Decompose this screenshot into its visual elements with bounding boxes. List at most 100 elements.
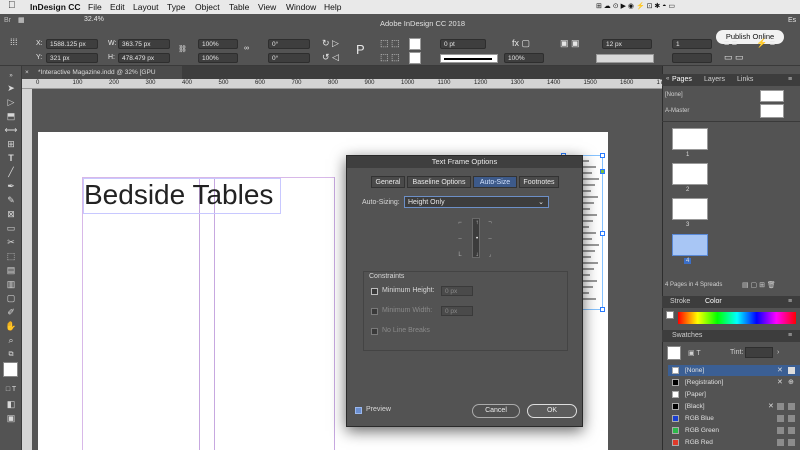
- auto-sizing-select[interactable]: Height Only ⌄: [404, 196, 549, 208]
- page-1-thumb[interactable]: [672, 128, 708, 150]
- page-tool-icon[interactable]: ⬒: [4, 110, 18, 122]
- swatch-row[interactable]: [Black] ✕: [668, 401, 800, 412]
- quick-apply-icon[interactable]: ⚡ ≡: [756, 38, 775, 49]
- menu-view[interactable]: View: [258, 2, 276, 12]
- default-colors-icon[interactable]: ⧉: [4, 349, 18, 361]
- tab-stroke[interactable]: Stroke: [670, 298, 690, 305]
- anchor-top-center-icon[interactable]: ↑: [474, 220, 480, 226]
- pencil-tool-icon[interactable]: ✎: [4, 194, 18, 206]
- drop-shadow-icon[interactable]: ▣ ▣: [560, 38, 580, 49]
- none-master-thumb[interactable]: [760, 90, 784, 102]
- tab-links[interactable]: Links: [737, 76, 753, 83]
- swatch-fill-stroke-icon[interactable]: [667, 346, 681, 360]
- anchor-bottom-right-icon[interactable]: ⌟: [487, 252, 493, 258]
- collapse-panel-icon[interactable]: «: [666, 76, 669, 82]
- anchor-bottom-left-icon[interactable]: L: [457, 252, 463, 258]
- panel-menu-icon[interactable]: ≡: [788, 76, 792, 83]
- page-3-thumb[interactable]: [672, 198, 708, 220]
- tint-field[interactable]: [745, 347, 773, 358]
- link-icon[interactable]: ∞: [244, 45, 249, 52]
- x-field[interactable]: 1588.125 px: [46, 39, 98, 49]
- a-master-thumb[interactable]: [760, 104, 784, 118]
- headline-text-frame[interactable]: Bedside Tables: [83, 178, 281, 214]
- columns-field[interactable]: 1: [672, 39, 712, 49]
- scissors-tool-icon[interactable]: ✂: [4, 236, 18, 248]
- page-actions-icons[interactable]: ▤ ▢ ⊞ 🗑: [742, 281, 776, 289]
- align-icons[interactable]: ≡ ≡: [724, 38, 737, 48]
- swatch-row[interactable]: RGB Blue: [668, 413, 800, 424]
- document-tab[interactable]: × *Interactive Magazine.indd @ 32% [GPU …: [22, 66, 182, 89]
- ok-button[interactable]: OK: [527, 404, 577, 418]
- content-collector-icon[interactable]: ⊞: [4, 138, 18, 150]
- fill-stroke-swatch[interactable]: [3, 362, 18, 377]
- cancel-button[interactable]: Cancel: [472, 404, 520, 418]
- rotate-field[interactable]: 0°: [268, 39, 310, 49]
- frame-handle[interactable]: [600, 307, 605, 312]
- anchor-top-right-icon[interactable]: ¬: [487, 220, 493, 226]
- gutter-field[interactable]: 12 px: [602, 39, 652, 49]
- essentials-label[interactable]: Es: [788, 17, 796, 24]
- free-transform-tool-icon[interactable]: ⬚: [4, 250, 18, 262]
- frame-height-field[interactable]: [672, 53, 712, 63]
- screen-mode-icon[interactable]: ▣: [4, 412, 18, 424]
- opacity-field[interactable]: 100%: [504, 53, 544, 63]
- type-tool-icon[interactable]: T: [4, 152, 18, 164]
- swatch-row[interactable]: RGB Green: [668, 425, 800, 436]
- frame-out-port[interactable]: [600, 169, 605, 174]
- reference-point-icon[interactable]: ⁞⁞⁞: [10, 37, 18, 47]
- tab-color[interactable]: Color: [705, 298, 722, 305]
- swatch-row[interactable]: RGB Red: [668, 437, 800, 448]
- note-tool-icon[interactable]: ▢: [4, 292, 18, 304]
- width-field[interactable]: 363.75 px: [118, 39, 170, 49]
- menu-help[interactable]: Help: [324, 2, 341, 12]
- stroke-weight-field[interactable]: 0 pt: [440, 39, 486, 49]
- menu-table[interactable]: Table: [229, 2, 249, 12]
- frame-handle[interactable]: [600, 231, 605, 236]
- rectangle-tool-icon[interactable]: ▭: [4, 222, 18, 234]
- shear-field[interactable]: 0°: [268, 53, 310, 63]
- swatch-container-icon[interactable]: ▣ T: [688, 349, 701, 357]
- reference-point-grid[interactable]: ⌐ ↑ ¬ – • – L ↓ ⌟: [455, 216, 495, 262]
- tint-arrow-icon[interactable]: ›: [777, 349, 779, 356]
- apple-icon[interactable]: : [8, 0, 16, 11]
- min-height-field[interactable]: 0 px: [441, 286, 473, 296]
- rotate-icon[interactable]: ↻ ▷: [322, 38, 339, 49]
- anchor-middle-right-icon[interactable]: –: [487, 236, 493, 242]
- page-2-thumb[interactable]: [672, 163, 708, 185]
- zoom-tool-icon[interactable]: ⌕: [4, 334, 18, 346]
- eyedropper-tool-icon[interactable]: ✐: [4, 306, 18, 318]
- no-line-breaks-checkbox[interactable]: [371, 328, 378, 335]
- swatches-menu-icon[interactable]: ≡: [788, 332, 792, 339]
- tab-auto-size[interactable]: Auto-Size: [473, 176, 517, 188]
- scale-y-field[interactable]: 100%: [198, 53, 238, 63]
- a-master-label[interactable]: A-Master: [665, 108, 689, 114]
- selection-tool-icon[interactable]: ➤: [4, 82, 18, 94]
- anchor-bottom-center-icon[interactable]: ↓: [474, 252, 480, 258]
- tab-footnotes[interactable]: Footnotes: [519, 176, 559, 188]
- close-tab-icon[interactable]: ×: [25, 66, 29, 79]
- fitting-icons[interactable]: ▭ ▭: [724, 52, 744, 63]
- tab-baseline-options[interactable]: Baseline Options: [407, 176, 471, 188]
- select-container-icon[interactable]: ⬚ ⬚: [380, 38, 400, 49]
- menu-object[interactable]: Object: [195, 2, 220, 12]
- min-height-checkbox[interactable]: [371, 288, 378, 295]
- gradient-feather-tool-icon[interactable]: ▥: [4, 278, 18, 290]
- menu-layout[interactable]: Layout: [133, 2, 159, 12]
- zoom-icon[interactable]: ▦: [18, 16, 25, 24]
- menu-type[interactable]: Type: [167, 2, 185, 12]
- line-tool-icon[interactable]: ╱: [4, 166, 18, 178]
- flip-icon[interactable]: ↺ ◁: [322, 52, 339, 63]
- tab-pages[interactable]: Pages: [672, 76, 692, 83]
- min-width-checkbox[interactable]: [371, 308, 378, 315]
- gap-tool-icon[interactable]: ⟷: [4, 124, 18, 136]
- hand-tool-icon[interactable]: ✋: [4, 320, 18, 332]
- apply-color-icon[interactable]: ◧: [4, 398, 18, 410]
- menu-window[interactable]: Window: [286, 2, 316, 12]
- constrain-proportions-icon[interactable]: ⛓: [178, 45, 187, 53]
- text-wrap-selector[interactable]: [596, 54, 654, 63]
- scale-x-field[interactable]: 100%: [198, 39, 238, 49]
- stroke-type-selector[interactable]: [440, 54, 498, 63]
- height-field[interactable]: 478.479 px: [118, 53, 170, 63]
- color-panel-menu-icon[interactable]: ≡: [788, 298, 792, 305]
- swatch-row[interactable]: [Registration] ✕ ⊕: [668, 377, 800, 388]
